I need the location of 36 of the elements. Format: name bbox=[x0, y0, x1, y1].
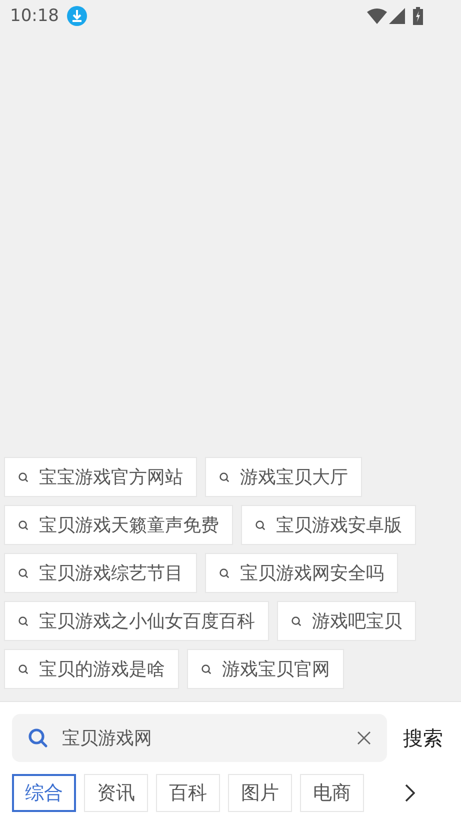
suggestion-chip[interactable]: 宝贝游戏之小仙女百度百科 bbox=[4, 601, 269, 641]
battery-icon bbox=[413, 7, 423, 25]
search-icon bbox=[291, 616, 302, 626]
wifi-icon bbox=[367, 8, 387, 24]
search-icon bbox=[219, 568, 230, 578]
suggestion-chip[interactable]: 游戏吧宝贝 bbox=[277, 601, 416, 641]
search-icon bbox=[201, 664, 212, 674]
category-tab[interactable]: 百科 bbox=[156, 774, 220, 812]
status-time: 10:18 bbox=[10, 6, 59, 26]
search-input[interactable]: 宝贝游戏网 bbox=[60, 726, 345, 750]
search-icon bbox=[255, 520, 266, 530]
suggestion-chip[interactable]: 宝贝游戏安卓版 bbox=[241, 505, 416, 545]
search-button[interactable]: 搜索 bbox=[397, 724, 449, 752]
chevron-right-icon[interactable] bbox=[405, 784, 415, 802]
search-icon bbox=[28, 728, 48, 748]
suggestion-chip[interactable]: 宝贝游戏综艺节目 bbox=[4, 553, 197, 593]
category-tab[interactable]: 综合 bbox=[12, 774, 76, 812]
category-tab[interactable]: 电商 bbox=[300, 774, 364, 812]
search-icon bbox=[18, 520, 29, 530]
search-icon bbox=[219, 472, 230, 482]
suggestion-chip[interactable]: 游戏宝贝大厅 bbox=[205, 457, 362, 497]
search-icon bbox=[18, 616, 29, 626]
search-icon bbox=[18, 472, 29, 482]
suggestion-chip[interactable]: 宝贝游戏天籁童声免费 bbox=[4, 505, 233, 545]
signal-icon bbox=[389, 8, 405, 24]
search-icon bbox=[18, 664, 29, 674]
suggestion-chip[interactable]: 宝宝游戏官方网站 bbox=[4, 457, 197, 497]
download-icon bbox=[67, 6, 87, 26]
category-tab[interactable]: 资讯 bbox=[84, 774, 148, 812]
search-icon bbox=[18, 568, 29, 578]
suggestion-chip[interactable]: 宝贝的游戏是啥 bbox=[4, 649, 179, 689]
suggestion-chip[interactable]: 宝贝游戏网安全吗 bbox=[205, 553, 398, 593]
clear-icon[interactable] bbox=[357, 731, 371, 745]
search-field[interactable]: 宝贝游戏网 bbox=[12, 714, 387, 762]
category-tab[interactable]: 图片 bbox=[228, 774, 292, 812]
suggestion-chip[interactable]: 游戏宝贝官网 bbox=[187, 649, 344, 689]
